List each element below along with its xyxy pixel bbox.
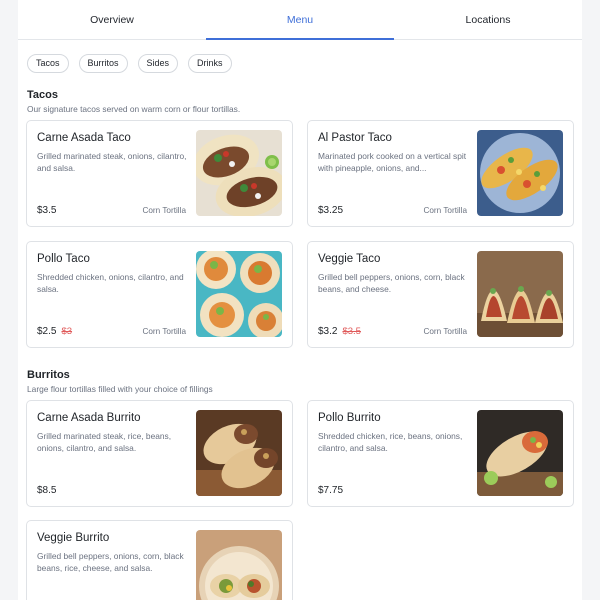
category-chip-drinks[interactable]: Drinks (188, 54, 232, 73)
item-description: Shredded chicken, onions, cilantro, and … (37, 272, 184, 294)
section-title-tacos: Tacos (27, 89, 58, 101)
menu-item-card[interactable]: Carne Asada Burrito Grilled marinated st… (26, 400, 293, 507)
tab-overview[interactable]: Overview (18, 0, 206, 39)
pollo-taco-photo (196, 251, 282, 337)
tab-bar: Overview Menu Locations (18, 0, 582, 40)
item-name: Pollo Burrito (318, 412, 381, 424)
item-name: Carne Asada Burrito (37, 412, 141, 424)
item-variant: Corn Tortilla (142, 206, 186, 215)
section-title-burritos: Burritos (27, 369, 70, 381)
section-description-tacos: Our signature tacos served on warm corn … (27, 104, 241, 114)
item-price-row: $7.75 (318, 485, 343, 496)
tab-locations[interactable]: Locations (394, 0, 582, 39)
carne-asada-taco-photo (196, 130, 282, 216)
item-name: Carne Asada Taco (37, 132, 131, 144)
category-chip-sides[interactable]: Sides (137, 54, 179, 73)
item-price: $3.5 (37, 205, 57, 216)
menu-item-card[interactable]: Pollo Taco Shredded chicken, onions, cil… (26, 241, 293, 348)
veggie-burrito-photo (196, 530, 282, 600)
menu-item-card[interactable]: Veggie Taco Grilled bell peppers, onions… (307, 241, 574, 348)
item-price-row: $3.2 $3.5 (318, 326, 361, 337)
carne-asada-burrito-photo (196, 410, 282, 496)
category-chip-burritos[interactable]: Burritos (78, 54, 128, 73)
item-price: $3.2 (318, 326, 338, 337)
item-variant: Corn Tortilla (423, 327, 467, 336)
menu-item-card[interactable]: Carne Asada Taco Grilled marinated steak… (26, 120, 293, 227)
item-variant: Corn Tortilla (142, 327, 186, 336)
section-description-burritos: Large flour tortillas filled with your c… (27, 384, 213, 394)
pollo-burrito-photo (477, 410, 563, 496)
item-description: Grilled marinated steak, rice, beans, on… (37, 431, 172, 453)
item-variant: Corn Tortilla (423, 206, 467, 215)
item-name: Al Pastor Taco (318, 132, 392, 144)
item-price: $7.75 (318, 485, 344, 496)
menu-page: Overview Menu Locations Tacos Burritos S… (18, 0, 582, 600)
item-price: $8.5 (37, 485, 57, 496)
item-description: Grilled bell peppers, onions, corn, blac… (37, 551, 184, 573)
item-description: Marinated pork cooked on a vertical spit… (318, 151, 467, 173)
menu-item-card[interactable]: Veggie Burrito Grilled bell peppers, oni… (26, 520, 293, 600)
item-description: Shredded chicken, rice, beans, onions, c… (318, 431, 463, 453)
item-price-row: $2.5 $3 (37, 326, 72, 337)
item-original-price: $3 (61, 326, 73, 337)
item-price-row: $8.5 (37, 485, 56, 496)
category-chip-tacos[interactable]: Tacos (27, 54, 69, 73)
item-price: $3.25 (318, 205, 344, 216)
item-original-price: $3.5 (342, 326, 361, 337)
item-name: Pollo Taco (37, 253, 90, 265)
tab-menu[interactable]: Menu (206, 0, 394, 40)
category-filter: Tacos Burritos Sides Drinks (27, 54, 232, 73)
al-pastor-taco-photo (477, 130, 563, 216)
item-name: Veggie Taco (318, 253, 381, 265)
item-name: Veggie Burrito (37, 532, 110, 544)
item-price-row: $3.5 (37, 205, 56, 216)
item-price: $2.5 (37, 326, 57, 337)
item-description: Grilled bell peppers, onions, corn, blac… (318, 272, 465, 294)
item-price-row: $3.25 (318, 205, 343, 216)
menu-item-card[interactable]: Pollo Burrito Shredded chicken, rice, be… (307, 400, 574, 507)
menu-item-card[interactable]: Al Pastor Taco Marinated pork cooked on … (307, 120, 574, 227)
item-description: Grilled marinated steak, onions, cilantr… (37, 151, 187, 173)
veggie-taco-photo (477, 251, 563, 337)
